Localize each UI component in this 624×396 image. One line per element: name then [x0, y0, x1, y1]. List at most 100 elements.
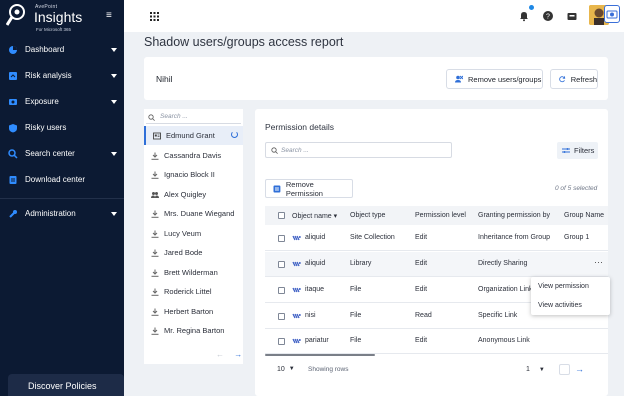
user-list-item[interactable]: Lucy Veum — [144, 224, 243, 243]
group-card-icon — [153, 132, 161, 140]
remove-permission-button[interactable]: Remove Permission — [265, 179, 353, 198]
download-user-icon — [151, 210, 159, 218]
brand-logo[interactable]: AvePoint Insights For Microsoft 365 — [6, 3, 116, 33]
permission-level: Edit — [415, 260, 428, 267]
hamburger-menu-icon[interactable]: ≡ — [106, 11, 115, 21]
table-row[interactable]: pariatur File Edit Anonymous Link — [265, 329, 608, 354]
granting-permission-by: Directly Sharing — [478, 260, 528, 267]
user-name: Mr. Regina Barton — [164, 326, 225, 335]
user-list-item[interactable]: Jared Bode — [144, 243, 243, 262]
object-type: File — [350, 337, 362, 344]
download-user-icon — [151, 269, 159, 277]
row-checkbox[interactable] — [278, 313, 285, 320]
column-granting-permission-by: Granting permission by — [478, 212, 550, 219]
user-list-item[interactable]: Mr. Regina Barton — [144, 321, 243, 340]
row-checkbox[interactable] — [278, 261, 285, 268]
page-number-select[interactable]: 1 ▼ — [526, 363, 551, 376]
permission-search-placeholder: Search ... — [281, 147, 309, 154]
help-icon[interactable]: ? — [542, 10, 554, 22]
user-list-item[interactable]: Herbert Barton — [144, 302, 243, 321]
user-name: Herbert Barton — [164, 306, 214, 316]
prev-page-button[interactable] — [559, 364, 570, 375]
user-list-item[interactable]: Edmund Grant — [144, 126, 243, 145]
object-name: itaque — [305, 286, 325, 293]
nav-dashboard[interactable]: Dashboard — [0, 40, 124, 60]
nav-risky-users[interactable]: Risky users — [0, 118, 124, 138]
permission-level: Edit — [415, 337, 428, 344]
more-actions-icon[interactable]: ··· — [594, 257, 603, 267]
user-list-item[interactable]: Alex Quigley — [144, 185, 243, 204]
remove-permission-label: Remove Permission — [285, 179, 323, 198]
nav-risky-users-label: Risky users — [25, 123, 67, 132]
search-icon — [148, 114, 155, 121]
permission-level: Edit — [415, 234, 428, 241]
dashboard-icon — [9, 46, 17, 54]
selected-user-card: Nihil Remove users/groups Refresh — [144, 57, 608, 100]
menu-item-view-activities[interactable]: View activities — [538, 302, 582, 309]
download-user-icon — [151, 249, 159, 257]
user-name: Edmund Grant — [166, 131, 215, 140]
download-user-icon — [151, 308, 159, 316]
object-type: Site Collection — [350, 234, 395, 241]
granting-permission-by: Inheritance from Group — [478, 234, 550, 241]
granting-permission-by: Anonymous Link — [478, 337, 530, 344]
download-user-icon — [151, 288, 159, 296]
bell-icon[interactable] — [518, 10, 530, 22]
discover-policies-button[interactable]: Discover Policies — [8, 374, 124, 396]
chevron-down-icon — [111, 74, 117, 78]
filters-button[interactable]: Filters — [557, 142, 598, 159]
mailbox-icon[interactable] — [566, 10, 578, 22]
horizontal-scrollbar[interactable] — [265, 354, 375, 356]
exposure-icon — [9, 99, 17, 105]
object-type: File — [350, 286, 362, 293]
chevron-down-icon — [111, 100, 117, 104]
user-list-item[interactable]: Mrs. Duane Wiegand — [144, 204, 243, 223]
nav-risk-analysis[interactable]: Risk analysis — [0, 66, 124, 86]
nav-download-center-label: Download center — [25, 175, 86, 184]
user-list-item[interactable]: Roderick Littel — [144, 282, 243, 301]
permission-details-panel: Permission details Search ... Filters Re… — [255, 109, 608, 396]
object-name: aliquid — [305, 260, 326, 267]
column-object-name[interactable]: Object name ▾ — [292, 212, 337, 220]
chevron-down-icon — [111, 212, 117, 216]
nav-search-center-label: Search center — [25, 149, 75, 158]
select-all-checkbox[interactable] — [278, 212, 285, 219]
column-label: Object name — [292, 213, 332, 220]
next-page-icon[interactable]: → — [575, 364, 586, 375]
search-icon — [271, 147, 278, 154]
menu-item-view-permission[interactable]: View permission — [538, 283, 589, 290]
object-type: Library — [350, 260, 372, 267]
row-checkbox[interactable] — [278, 235, 285, 242]
remove-users-groups-button[interactable]: Remove users/groups — [446, 69, 543, 89]
nav-exposure[interactable]: Exposure — [0, 92, 124, 112]
nav-administration[interactable]: Administration — [0, 204, 124, 224]
permission-search-input[interactable]: Search ... — [265, 142, 452, 158]
nav-divider — [0, 198, 124, 199]
user-search-input[interactable]: Search ... — [146, 111, 241, 124]
nav-search-center[interactable]: Search center — [0, 144, 124, 164]
link-icon — [292, 287, 301, 293]
user-list-item[interactable]: Cassandra Davis — [144, 146, 243, 165]
page-size-select[interactable]: 10 ▼ — [277, 363, 299, 375]
permission-level: Read — [415, 312, 432, 319]
nav-download-center[interactable]: Download center — [0, 170, 124, 190]
page-size-value: 10 — [277, 365, 285, 373]
risk-analysis-icon — [9, 72, 17, 80]
object-type: File — [350, 312, 362, 319]
user-name: Lucy Veum — [164, 228, 202, 238]
user-name: Alex Quigley — [164, 189, 207, 199]
table-row[interactable]: aliquid Library Edit Directly Sharing ··… — [265, 252, 608, 277]
row-checkbox[interactable] — [278, 338, 285, 345]
refresh-label: Refresh — [570, 74, 597, 84]
next-page-icon[interactable]: → — [234, 350, 242, 359]
avepoint-logo-icon — [6, 4, 25, 26]
table-row[interactable]: aliquid Site Collection Edit Inheritance… — [265, 226, 608, 251]
app-launcher-icon[interactable] — [150, 12, 159, 21]
user-list-item[interactable]: Brett Wilderman — [144, 263, 243, 282]
refresh-button[interactable]: Refresh — [550, 69, 598, 89]
user-list-item[interactable]: Ignacio Block II — [144, 165, 243, 184]
row-checkbox[interactable] — [278, 287, 285, 294]
screen-capture-icon[interactable] — [604, 5, 620, 23]
page-title: Shadow users/groups access report — [144, 35, 344, 49]
prev-page-icon[interactable]: ← — [216, 350, 224, 359]
